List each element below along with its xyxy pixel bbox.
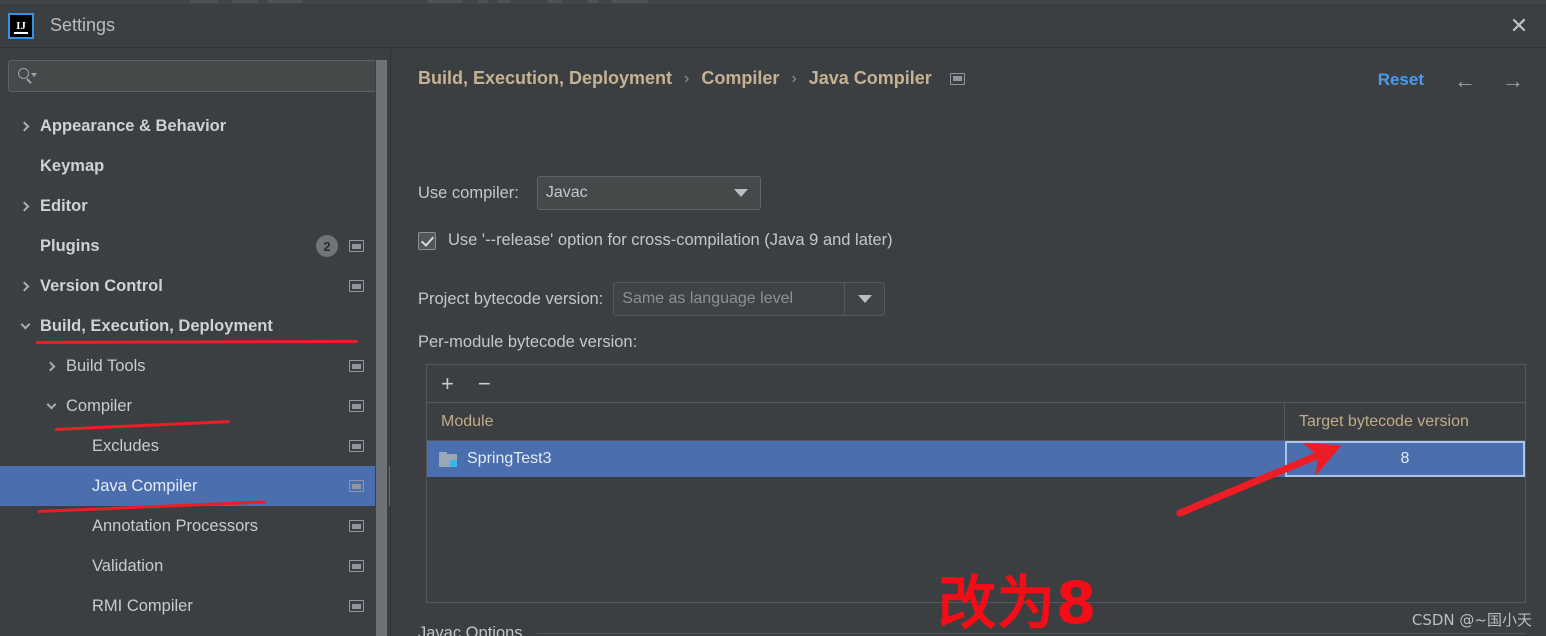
chevron-right-icon[interactable] [16, 281, 34, 291]
column-header-module[interactable]: Module [427, 403, 1285, 440]
settings-scope-icon[interactable] [349, 600, 364, 612]
sidebar-item-java-compiler[interactable]: Java Compiler [0, 466, 390, 506]
sidebar-item-compiler[interactable]: Compiler [0, 386, 390, 426]
annotation-note: 改为8 [938, 569, 1098, 636]
cell-target-bytecode[interactable]: 8 [1285, 441, 1525, 477]
use-compiler-select[interactable]: Javac [536, 176, 761, 210]
sidebar-item-label: Build Tools [66, 356, 146, 375]
sidebar-item-label: Validation [92, 556, 164, 575]
use-compiler-label: Use compiler: [418, 183, 519, 202]
settings-scope-icon[interactable] [349, 440, 364, 452]
sidebar-item-label: Version Control [40, 276, 163, 295]
use-compiler-row: Use compiler: Javac [418, 176, 761, 210]
settings-main-panel: Build, Execution, Deployment › Compiler … [392, 48, 1546, 636]
sidebar-item-plugins[interactable]: Plugins 2 [0, 226, 390, 266]
breadcrumb-item-2[interactable]: Java Compiler [809, 68, 932, 89]
sidebar-item-label: Plugins [40, 236, 100, 255]
settings-scope-icon[interactable] [349, 280, 364, 292]
sidebar-scrollbar-thumb[interactable] [376, 60, 387, 636]
per-module-label: Per-module bytecode version: [418, 333, 638, 351]
breadcrumb: Build, Execution, Deployment › Compiler … [418, 68, 965, 89]
sidebar-item-label: Keymap [40, 156, 105, 175]
sidebar-item-excludes[interactable]: Excludes [0, 426, 390, 466]
sidebar-item-rmi-compiler[interactable]: RMI Compiler [0, 586, 390, 626]
window-title: Settings [50, 15, 116, 35]
chevron-down-icon[interactable] [844, 283, 884, 315]
chevron-down-icon[interactable] [16, 319, 34, 330]
search-area [0, 48, 390, 92]
sidebar-item-label: Java Compiler [92, 476, 198, 495]
cell-module-text: SpringTest3 [467, 450, 552, 467]
project-bytecode-select[interactable]: Same as language level [613, 282, 886, 316]
chevron-down-icon [733, 189, 748, 197]
chevron-right-icon[interactable] [16, 201, 34, 211]
settings-scope-icon[interactable] [349, 560, 364, 572]
table-header-row: Module Target bytecode version [427, 403, 1525, 441]
sidebar-item-version-control[interactable]: Version Control [0, 266, 390, 306]
chevron-right-icon[interactable] [42, 361, 60, 371]
project-bytecode-value: Same as language level [622, 290, 794, 307]
chevron-right-icon[interactable] [16, 121, 34, 131]
sidebar-item-label: Excludes [92, 436, 159, 455]
project-bytecode-row: Project bytecode version: Same as langua… [418, 282, 886, 316]
release-option-row[interactable]: Use '--release' option for cross-compila… [418, 231, 893, 250]
sidebar-item-build-tools[interactable]: Build Tools [0, 346, 390, 386]
breadcrumb-separator-icon: › [791, 69, 797, 87]
sidebar-item-appearance-behavior[interactable]: Appearance & Behavior [0, 106, 390, 146]
settings-sidebar: Appearance & Behavior Keymap Editor Plugins… [0, 48, 391, 636]
sidebar-item-label: Annotation Processors [92, 516, 259, 535]
close-icon[interactable]: ✕ [1492, 4, 1546, 48]
sidebar-item-editor[interactable]: Editor [0, 186, 390, 226]
back-arrow-icon[interactable]: ← [1454, 68, 1476, 94]
settings-scope-icon[interactable] [349, 360, 364, 372]
sidebar-item-keymap[interactable]: Keymap [0, 146, 390, 186]
remove-module-button[interactable]: − [478, 372, 491, 395]
sidebar-item-label: RMI Compiler [92, 596, 193, 615]
sidebar-item-label: Editor [40, 196, 88, 215]
settings-scope-icon[interactable] [949, 72, 965, 85]
sidebar-scrollbar-track[interactable] [375, 48, 389, 636]
intellij-logo-icon: IJ [8, 12, 34, 39]
sidebar-item-label: Build, Execution, Deployment [40, 316, 273, 335]
project-bytecode-label: Project bytecode version: [418, 289, 604, 308]
settings-scope-icon[interactable] [349, 520, 364, 532]
javac-options-title: Javac Options [418, 624, 523, 636]
sidebar-item-badge: 2 [316, 235, 338, 257]
sidebar-item-label: Compiler [66, 396, 133, 415]
cell-module[interactable]: SpringTest3 [427, 441, 1285, 477]
settings-scope-icon[interactable] [349, 480, 364, 492]
add-module-button[interactable]: + [441, 372, 454, 395]
table-row[interactable]: SpringTest3 8 [427, 441, 1525, 477]
settings-window: IJ Settings ✕ Appearance & Behavior Keyma… [0, 0, 1546, 636]
settings-scope-icon[interactable] [349, 400, 364, 412]
watermark: CSDN @~国小天 [1411, 611, 1532, 629]
column-header-target[interactable]: Target bytecode version [1285, 403, 1525, 440]
breadcrumb-separator-icon: › [684, 69, 690, 87]
breadcrumb-item-1[interactable]: Compiler [701, 68, 779, 89]
search-icon [17, 68, 39, 84]
title-bar: IJ Settings ✕ [0, 4, 1546, 48]
sidebar-item-validation[interactable]: Validation [0, 546, 390, 586]
settings-tree: Appearance & Behavior Keymap Editor Plugins… [0, 106, 390, 626]
forward-arrow-icon[interactable]: → [1502, 68, 1524, 94]
chevron-down-icon[interactable] [42, 399, 60, 410]
use-compiler-value: Javac [545, 184, 588, 201]
table-toolbar: + − [427, 365, 1525, 403]
module-folder-icon [439, 451, 457, 467]
release-option-label: Use '--release' option for cross-compila… [448, 231, 893, 249]
release-option-checkbox[interactable] [418, 231, 436, 250]
search-box[interactable] [8, 60, 376, 92]
reset-button[interactable]: Reset [1378, 70, 1424, 90]
settings-scope-icon[interactable] [349, 240, 364, 252]
search-input[interactable] [39, 68, 367, 84]
breadcrumb-item-0[interactable]: Build, Execution, Deployment [418, 68, 672, 89]
sidebar-item-label: Appearance & Behavior [40, 116, 227, 135]
